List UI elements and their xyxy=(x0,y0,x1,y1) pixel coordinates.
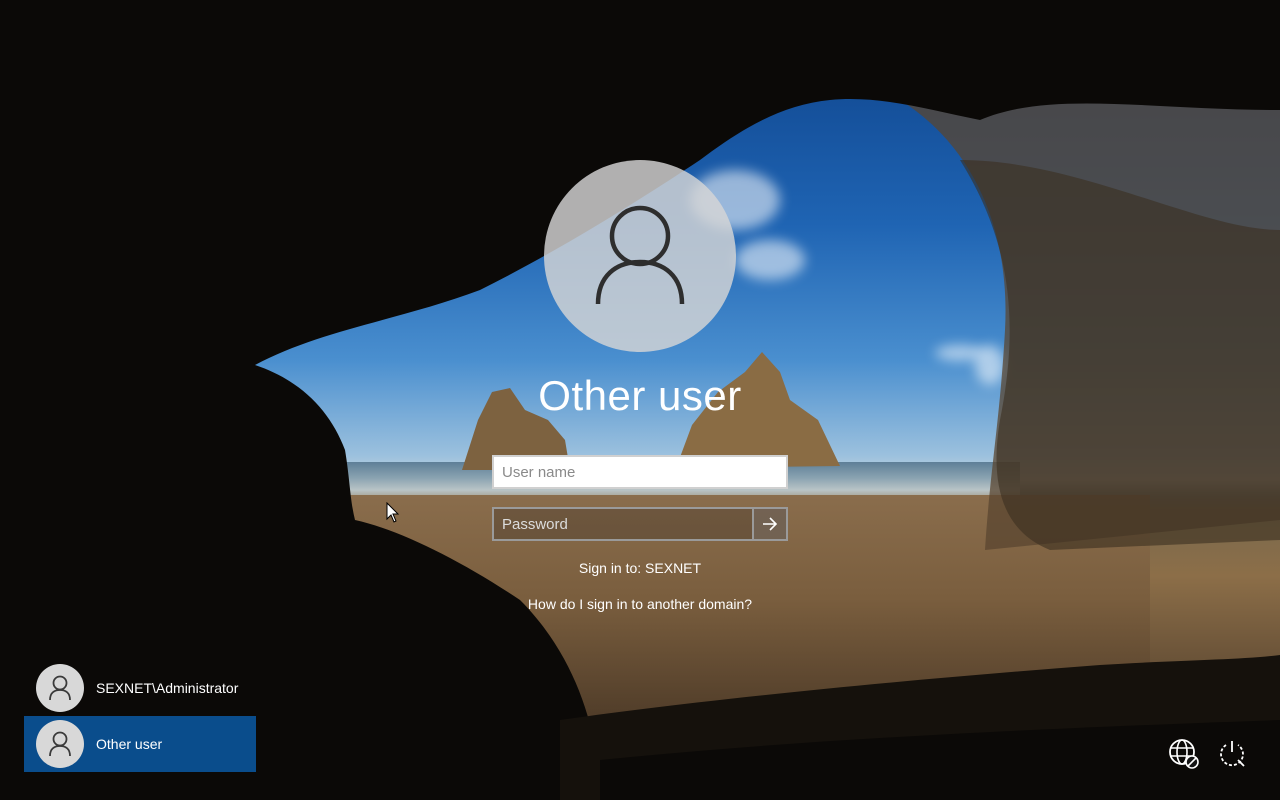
user-icon xyxy=(49,675,71,701)
username-input[interactable] xyxy=(492,455,788,489)
user-item-label: SEXNET\Administrator xyxy=(96,680,239,696)
submit-button[interactable] xyxy=(752,509,786,539)
password-field xyxy=(492,507,788,541)
user-item-label: Other user xyxy=(96,736,163,752)
power-icon xyxy=(1220,741,1245,767)
user-switcher: SEXNET\Administrator Other user xyxy=(24,660,256,772)
user-item-administrator[interactable]: SEXNET\Administrator xyxy=(24,660,256,716)
user-avatar-large xyxy=(544,160,736,352)
power-button[interactable] xyxy=(1214,736,1250,772)
mouse-cursor-icon xyxy=(386,502,400,523)
arrow-right-icon xyxy=(763,517,778,531)
account-title: Other user xyxy=(538,372,742,419)
avatar xyxy=(36,720,84,768)
network-button[interactable] xyxy=(1166,736,1202,772)
user-item-other-user[interactable]: Other user xyxy=(24,716,256,772)
network-globe-icon xyxy=(1169,739,1199,769)
other-domain-help-link[interactable]: How do I sign in to another domain? xyxy=(440,596,840,612)
sign-in-domain-text: Sign in to: SEXNET xyxy=(578,560,702,576)
password-input[interactable] xyxy=(494,509,752,539)
user-icon xyxy=(49,731,71,757)
user-icon xyxy=(595,205,685,305)
avatar xyxy=(36,664,84,712)
